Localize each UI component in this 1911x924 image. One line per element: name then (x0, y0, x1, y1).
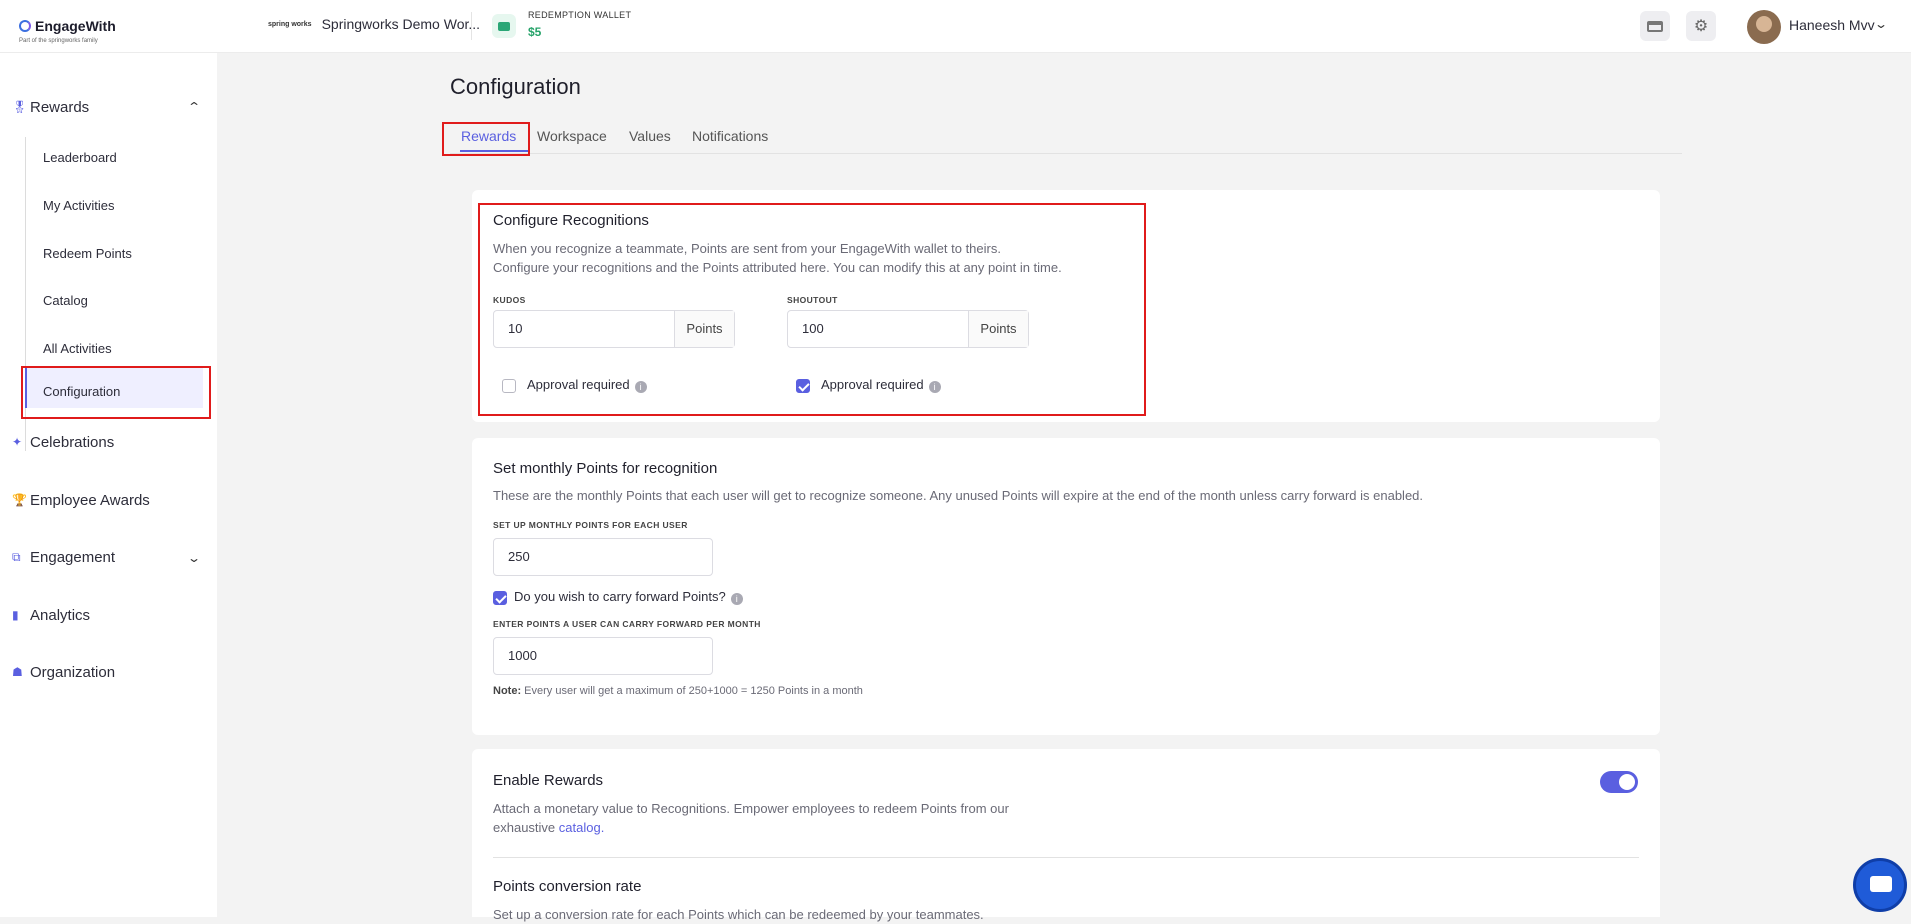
kudos-approval-label: Approval required i (527, 377, 647, 393)
kudos-points-input[interactable]: 10 Points (493, 310, 735, 348)
chevron-down-icon[interactable]: ⌄ (187, 551, 201, 565)
engagement-icon: ⧉ (12, 550, 21, 564)
shoutout-approval-label: Approval required i (821, 377, 941, 393)
sidebar-item-celebrations[interactable]: ✦ Celebrations (12, 434, 114, 451)
sidebar-item-label: Organization (30, 664, 116, 681)
info-icon[interactable]: i (634, 381, 647, 393)
sidebar-item-redeem-points[interactable]: Redeem Points (43, 246, 132, 261)
tab-values[interactable]: Values (629, 128, 671, 144)
shoutout-points-input[interactable]: 100 Points (787, 310, 1029, 348)
recognitions-desc-2: Configure your recognitions and the Poin… (493, 260, 1062, 275)
kudos-value: 10 (508, 321, 523, 336)
avatar[interactable] (1747, 10, 1781, 44)
monthly-title: Set monthly Points for recognition (493, 460, 718, 477)
workspace-switcher[interactable]: spring works Springworks Demo Wor... (268, 16, 480, 32)
shoutout-approval-checkbox[interactable] (796, 379, 810, 393)
workspace-name: Springworks Demo Wor... (321, 16, 481, 32)
info-icon[interactable]: i (928, 381, 941, 393)
workspace-logo-icon: spring works (268, 20, 312, 28)
medal-icon: 🎖 (12, 100, 28, 114)
gear-icon: ⚙ (1693, 18, 1709, 35)
recognitions-card: Configure Recognitions When you recogniz… (472, 190, 1660, 422)
sidebar-item-my-activities[interactable]: My Activities (43, 198, 115, 213)
shoutout-label: SHOUTOUT (787, 295, 838, 305)
conversion-desc: Set up a conversion rate for each Points… (493, 907, 984, 922)
carry-forward-label: Do you wish to carry forward Points? i (514, 589, 743, 605)
kudos-approval-checkbox[interactable] (502, 379, 516, 393)
sidebar-item-engagement[interactable]: ⧉ Engagement (12, 549, 115, 566)
chat-icon (1870, 876, 1892, 892)
enable-rewards-desc-1: Attach a monetary value to Recognitions.… (493, 801, 1009, 816)
trophy-icon: 🏆 (12, 493, 27, 507)
carry-forward-input[interactable]: 1000 (493, 637, 713, 675)
sidebar-item-catalog[interactable]: Catalog (43, 293, 88, 308)
app-logo[interactable]: EngageWith Part of the springworks famil… (19, 18, 116, 44)
chevron-down-icon[interactable]: ⌄ (1874, 17, 1888, 31)
credit-card-icon (1647, 20, 1663, 32)
sidebar-item-leaderboard[interactable]: Leaderboard (43, 150, 117, 165)
chevron-up-icon[interactable]: ⌄ (187, 99, 201, 113)
monthly-points-input[interactable]: 250 (493, 538, 713, 576)
wallet-value: $5 (528, 25, 542, 39)
settings-button[interactable]: ⚙ (1686, 11, 1716, 41)
logo-subtitle: Part of the springworks family (19, 38, 98, 44)
sidebar-item-configuration[interactable]: Configuration (43, 384, 120, 399)
bar-chart-icon: ▮ (12, 608, 19, 622)
sidebar-item-rewards[interactable]: 🎖 Rewards (12, 99, 89, 116)
enable-rewards-toggle[interactable] (1600, 771, 1638, 793)
wallet-icon (492, 14, 516, 38)
sidebar-item-label: Rewards (30, 99, 90, 116)
catalog-link[interactable]: catalog. (559, 820, 605, 835)
recognitions-desc-1: When you recognize a teammate, Points ar… (493, 241, 1001, 256)
tab-workspace[interactable]: Workspace (537, 128, 607, 144)
chat-support-button[interactable] (1853, 858, 1907, 912)
page-title: Configuration (450, 74, 581, 99)
shoutout-value: 100 (802, 321, 824, 336)
sidebar-item-label: Analytics (30, 607, 91, 624)
monthly-setup-label: SET UP MONTHLY POINTS FOR EACH USER (493, 520, 688, 530)
wallet-label: REDEMPTION WALLET (528, 10, 632, 20)
tab-notifications[interactable]: Notifications (692, 128, 768, 144)
enable-rewards-title: Enable Rewards (493, 772, 604, 789)
section-divider (493, 857, 1639, 858)
engagewith-logo-icon (19, 20, 31, 32)
user-name[interactable]: Haneesh Mvv (1789, 17, 1875, 33)
active-tab-indicator (460, 150, 528, 152)
shoutout-points-addon: Points (968, 311, 1028, 347)
carry-forward-input-label: ENTER POINTS A USER CAN CARRY FORWARD PE… (493, 619, 761, 629)
sidebar-item-label: Celebrations (30, 434, 115, 451)
info-icon[interactable]: i (730, 593, 743, 605)
enable-rewards-desc-2: exhaustive catalog. (493, 820, 605, 835)
party-icon: ✦ (12, 435, 23, 449)
monthly-note: Note: Every user will get a maximum of 2… (493, 685, 863, 697)
monthly-points-card: Set monthly Points for recognition These… (472, 438, 1660, 735)
topbar-divider (471, 12, 472, 40)
team-icon: ☗ (12, 665, 23, 679)
sidebar-item-analytics[interactable]: ▮ Analytics (12, 607, 90, 624)
kudos-label: KUDOS (493, 295, 526, 305)
sidebar-item-organization[interactable]: ☗ Organization (12, 664, 115, 681)
tab-rewards[interactable]: Rewards (461, 128, 516, 144)
billing-button[interactable] (1640, 11, 1670, 41)
logo-text: EngageWith (35, 18, 116, 34)
sidebar-item-all-activities[interactable]: All Activities (43, 341, 112, 356)
recognitions-title: Configure Recognitions (493, 212, 649, 229)
sidebar-item-label: Employee Awards (30, 492, 150, 509)
sidebar-item-employee-awards[interactable]: 🏆 Employee Awards (12, 492, 150, 509)
top-bar: EngageWith Part of the springworks famil… (0, 0, 1911, 53)
monthly-desc: These are the monthly Points that each u… (493, 488, 1424, 503)
carry-forward-checkbox[interactable] (493, 591, 507, 605)
kudos-points-addon: Points (674, 311, 734, 347)
conversion-title: Points conversion rate (493, 878, 642, 895)
sidebar-item-label: Engagement (30, 549, 116, 566)
tab-bar: Rewards Workspace Values Notifications (450, 118, 1682, 154)
enable-rewards-card: Enable Rewards Attach a monetary value t… (472, 749, 1660, 922)
sidebar: 🎖 Rewards ⌄ Leaderboard My Activities Red… (0, 53, 217, 917)
